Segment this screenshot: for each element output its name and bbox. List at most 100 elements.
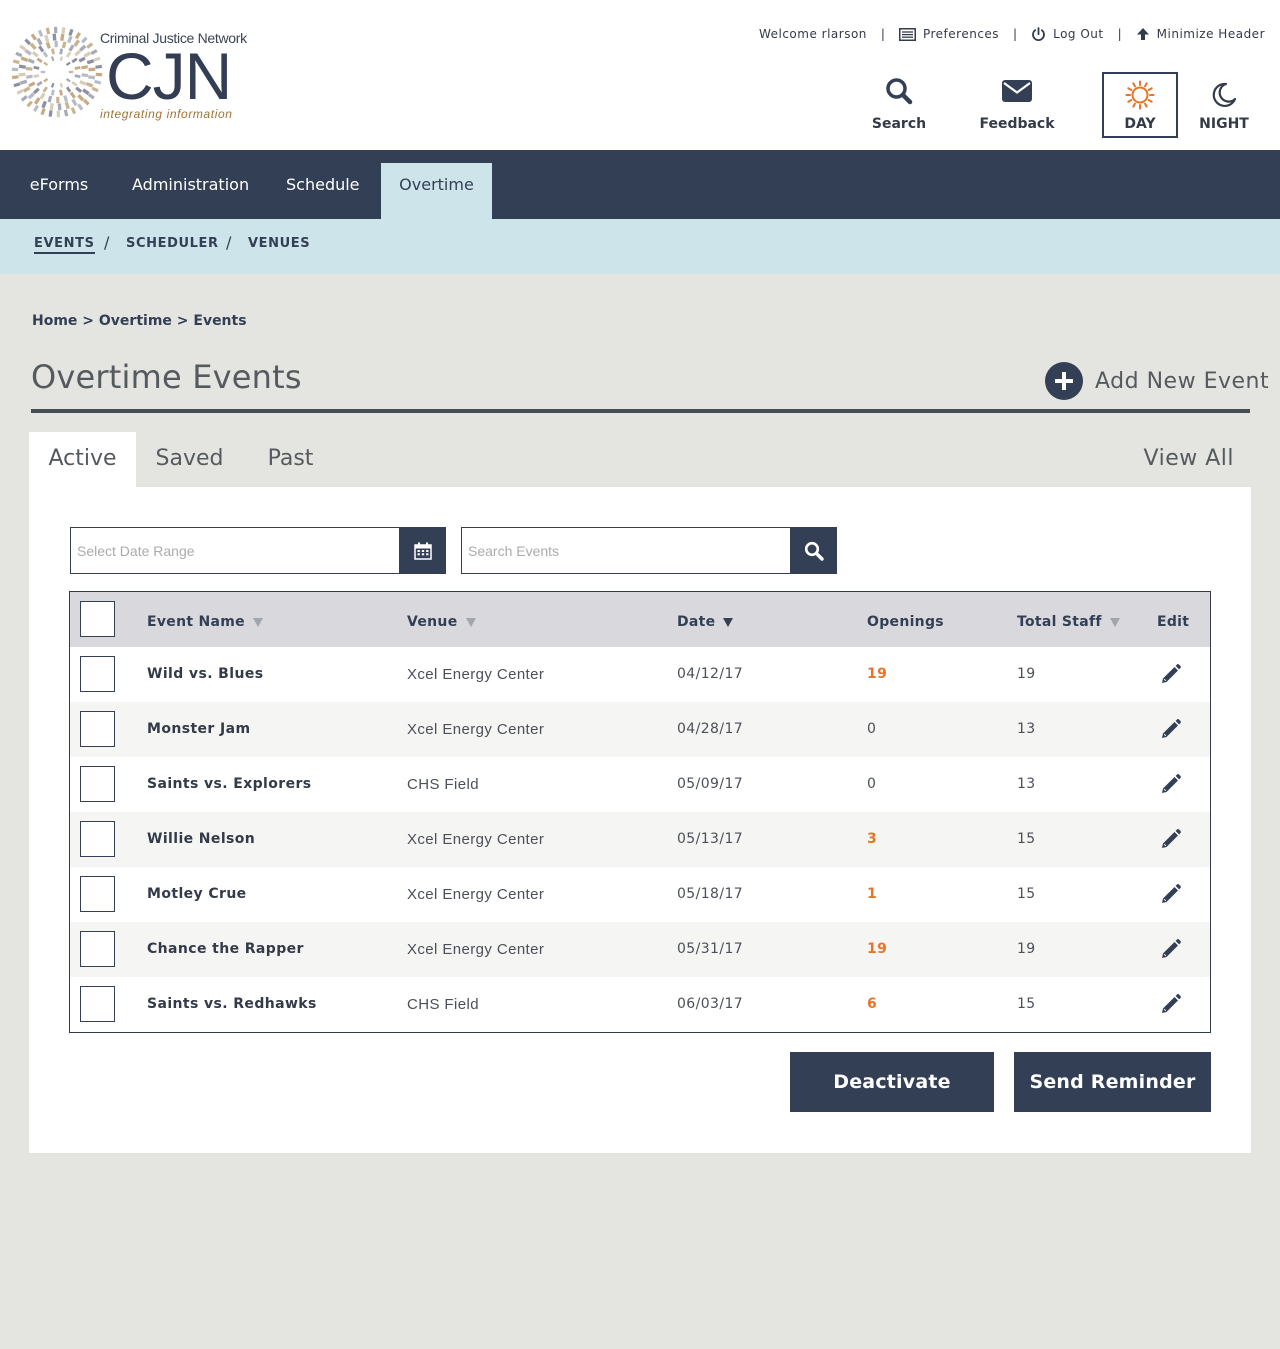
total-staff-cell: 15 (1017, 886, 1036, 902)
edit-button[interactable] (1160, 718, 1182, 744)
minimize-header-link[interactable]: Minimize Header (1136, 27, 1265, 41)
page-title: Overtime Events (31, 358, 302, 396)
column-header-total-staff[interactable]: Total Staff (1017, 614, 1120, 630)
table-row: Chance the Rapper Xcel Energy Center 05/31… (70, 922, 1210, 977)
table-row: Willie Nelson Xcel Energy Center 05/13/17 3… (70, 812, 1210, 867)
pencil-icon (1162, 884, 1181, 903)
row-checkbox[interactable] (80, 931, 115, 967)
column-label: Event Name (147, 614, 245, 630)
edit-button[interactable] (1160, 938, 1182, 964)
subnav-divider: / (226, 233, 232, 252)
date-cell: 05/09/17 (677, 776, 744, 792)
plus-circle-icon (1045, 362, 1083, 400)
column-header-event-name[interactable]: Event Name (147, 614, 263, 630)
subnav-item-scheduler[interactable]: SCHEDULER (126, 236, 219, 251)
search-events-field (461, 527, 837, 574)
event-name-cell: Willie Nelson (147, 831, 256, 847)
column-header-openings: Openings (867, 614, 944, 630)
table-row: Saints vs. Explorers CHS Field 05/09/17 0 13 (70, 757, 1210, 812)
openings-cell: 3 (867, 831, 878, 847)
venue-cell: Xcel Energy Center (407, 886, 545, 903)
breadcrumb[interactable]: Home > Overtime > Events (32, 313, 247, 329)
edit-button[interactable] (1160, 828, 1182, 854)
utility-bar: Welcome rlarson | Preferences | Log Out … (759, 25, 1265, 43)
welcome-text: Welcome rlarson (759, 27, 867, 41)
date-cell: 05/13/17 (677, 831, 744, 847)
event-name-cell: Saints vs. Explorers (147, 776, 312, 792)
preferences-label: Preferences (922, 27, 1000, 41)
edit-button[interactable] (1160, 883, 1182, 909)
search-icon (804, 541, 824, 561)
title-divider (31, 409, 1250, 413)
feedback-label: Feedback (979, 116, 1055, 132)
date-range-field (70, 527, 446, 574)
total-staff-cell: 13 (1017, 721, 1036, 737)
row-checkbox[interactable] (80, 876, 115, 912)
openings-cell: 19 (867, 666, 888, 682)
calendar-icon (413, 542, 432, 560)
utility-divider: | (880, 27, 885, 41)
subnav-item-events[interactable]: EVENTS (34, 236, 95, 254)
event-name-cell: Motley Crue (147, 886, 247, 902)
sort-arrow-icon (252, 618, 263, 627)
edit-button[interactable] (1160, 993, 1182, 1019)
sort-arrow-icon (1109, 618, 1120, 627)
date-cell: 05/31/17 (677, 941, 744, 957)
search-events-button[interactable] (790, 527, 837, 574)
edit-button[interactable] (1160, 663, 1182, 689)
subnav-divider: / (104, 233, 110, 252)
add-new-event-button[interactable]: Add New Event (1045, 362, 1269, 400)
night-label: NIGHT (1199, 116, 1249, 132)
cjn-logo[interactable]: Criminal Justice Network CJN integrating… (9, 22, 254, 124)
search-events-input[interactable] (462, 528, 790, 573)
column-header-venue[interactable]: Venue (407, 614, 476, 630)
pencil-icon (1162, 939, 1181, 958)
day-mode-toggle[interactable]: DAY (1102, 72, 1178, 138)
sort-arrow-icon (723, 618, 734, 627)
row-checkbox[interactable] (80, 656, 115, 692)
nav-item-eforms[interactable]: eForms (29, 163, 89, 219)
night-mode-toggle[interactable]: NIGHT (1186, 72, 1262, 138)
feedback-button[interactable]: Feedback (972, 72, 1062, 138)
search-icon (886, 78, 913, 105)
total-staff-cell: 15 (1017, 831, 1036, 847)
header-search-button[interactable]: Search (854, 72, 944, 138)
select-all-checkbox[interactable] (80, 601, 115, 637)
venue-cell: Xcel Energy Center (407, 721, 545, 738)
date-range-input[interactable] (71, 528, 399, 573)
column-label: Date (677, 614, 716, 630)
search-label: Search (871, 116, 927, 132)
deactivate-button[interactable]: Deactivate (790, 1052, 994, 1112)
column-label: Venue (407, 614, 458, 630)
tab-active[interactable]: Active (29, 432, 136, 488)
column-header-date[interactable]: Date (677, 614, 734, 630)
logout-link[interactable]: Log Out (1031, 26, 1104, 42)
row-checkbox[interactable] (80, 711, 115, 747)
date-cell: 05/18/17 (677, 886, 744, 902)
row-checkbox[interactable] (80, 766, 115, 802)
event-name-cell: Saints vs. Redhawks (147, 996, 317, 1012)
row-checkbox[interactable] (80, 821, 115, 857)
pencil-icon (1162, 994, 1181, 1013)
openings-cell: 19 (867, 941, 888, 957)
view-all-link[interactable]: View All (1144, 446, 1234, 471)
tab-saved[interactable]: Saved (136, 432, 243, 488)
row-checkbox[interactable] (80, 986, 115, 1022)
arrow-up-icon (1136, 28, 1149, 40)
edit-button[interactable] (1160, 773, 1182, 799)
preferences-link[interactable]: Preferences (898, 27, 1000, 41)
nav-item-administration[interactable]: Administration (132, 163, 249, 219)
send-reminder-button[interactable]: Send Reminder (1014, 1052, 1211, 1112)
preferences-icon (898, 27, 916, 41)
nav-item-schedule[interactable]: Schedule (286, 163, 360, 219)
subnav-item-venues[interactable]: VENUES (248, 236, 310, 251)
total-staff-cell: 19 (1017, 941, 1036, 957)
column-label: Edit (1157, 614, 1190, 630)
pencil-icon (1162, 829, 1181, 848)
tab-past[interactable]: Past (243, 432, 338, 488)
events-table: Event Name Venue Date Openings Total Sta… (69, 591, 1211, 1033)
nav-item-overtime[interactable]: Overtime (381, 163, 492, 219)
venue-cell: CHS Field (407, 996, 479, 1013)
venue-cell: Xcel Energy Center (407, 831, 545, 848)
calendar-button[interactable] (399, 527, 446, 574)
